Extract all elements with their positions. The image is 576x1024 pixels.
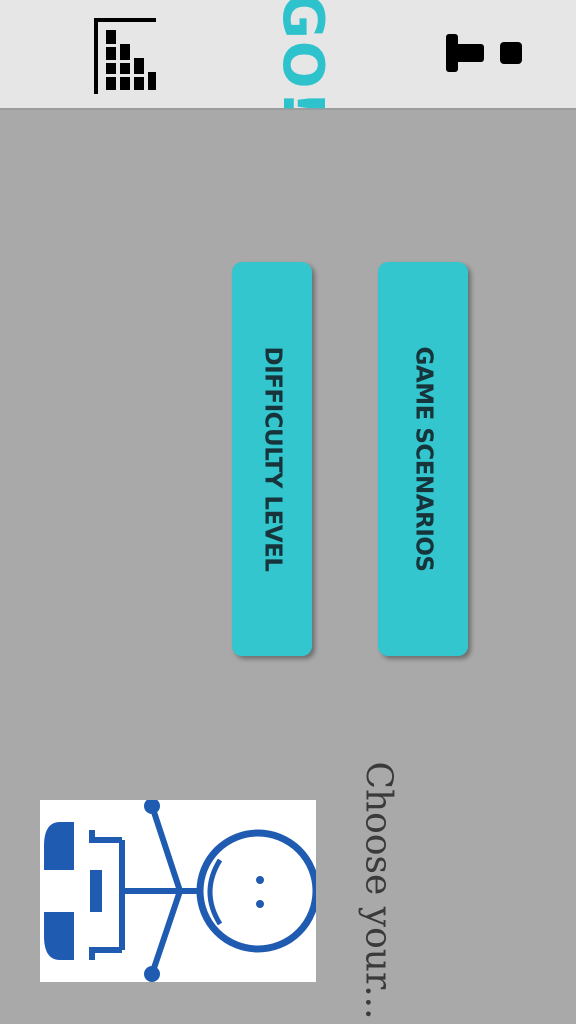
choose-prompt: Choose your... xyxy=(340,760,416,1020)
go-logo: GO! xyxy=(248,0,358,118)
leaderboard-bars-icon[interactable] xyxy=(90,14,160,98)
difficulty-level-button[interactable]: DIFFICULTY LEVEL xyxy=(232,262,312,656)
game-scenarios-button[interactable]: GAME SCENARIOS xyxy=(378,262,468,656)
difficulty-level-label: DIFFICULTY LEVEL xyxy=(259,346,286,572)
rotated-person-icon[interactable] xyxy=(440,30,526,76)
smiley-stick-figure-icon xyxy=(44,798,320,982)
character-option[interactable] xyxy=(40,798,320,982)
top-bar: GO! xyxy=(0,0,576,118)
game-scenarios-label: GAME SCENARIOS xyxy=(410,346,437,572)
choose-prompt-text: Choose your... xyxy=(357,760,399,1020)
go-logo-text: GO! xyxy=(270,0,336,118)
